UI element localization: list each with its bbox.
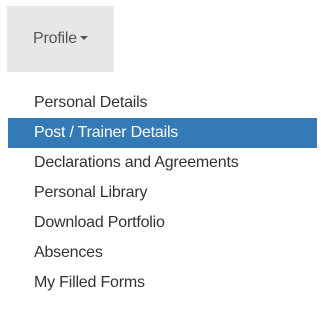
menu-item-my-filled-forms[interactable]: My Filled Forms [0, 268, 321, 298]
menu-item-absences[interactable]: Absences [0, 238, 321, 268]
profile-toggle-label: Profile [33, 30, 77, 47]
profile-dropdown: Profile Personal Details Post / Trainer … [0, 0, 321, 336]
profile-dropdown-menu: Personal Details Post / Trainer Details … [0, 88, 321, 298]
menu-item-personal-details[interactable]: Personal Details [0, 88, 321, 118]
profile-dropdown-toggle[interactable]: Profile [7, 6, 114, 72]
menu-item-post-trainer-details[interactable]: Post / Trainer Details [8, 118, 317, 148]
menu-item-declarations-agreements[interactable]: Declarations and Agreements [0, 148, 321, 178]
caret-down-icon [79, 36, 88, 40]
menu-item-download-portfolio[interactable]: Download Portfolio [0, 208, 321, 238]
menu-item-personal-library[interactable]: Personal Library [0, 178, 321, 208]
